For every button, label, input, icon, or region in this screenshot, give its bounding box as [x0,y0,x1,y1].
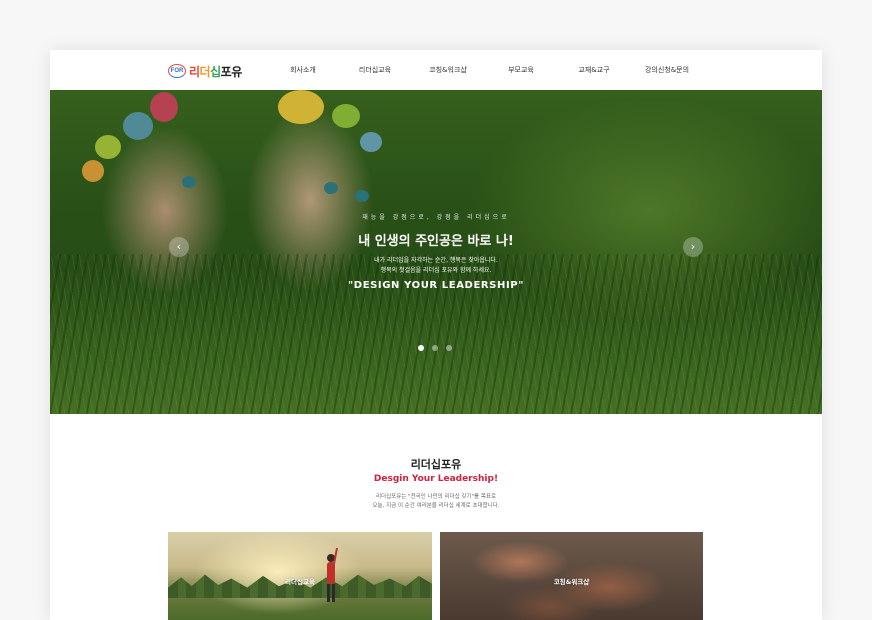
logo-mark-icon: FOR [168,64,186,78]
card-label: 코칭&워크샵 [553,578,590,586]
nav-item-parent-education[interactable]: 부모교육 [508,65,534,75]
hero-description: 내가 리더임을 자각하는 순간, 행복은 찾아옵니다. 행복의 첫걸음을 리더십… [374,257,498,274]
intro-description: 리더십포유는 "천국인 나만의 리더십 갖기"를 목표로 오늘, 지금 이 순간… [372,494,500,509]
chevron-right-icon: › [690,240,696,253]
logo-text: 리더십포유 [189,64,242,79]
chevron-left-icon: ‹ [176,240,182,253]
nav-item-company[interactable]: 회사소개 [290,65,316,75]
intro-subtitle: Desgin Your Leadership! [373,474,499,484]
hero-title: 내 인생의 주인공은 바로 나! [358,234,514,249]
slider-prev-button[interactable]: ‹ [169,237,189,257]
intro-title: 리더십포유 [410,458,462,471]
main-nav: 회사소개 리더십교육 코칭&워크샵 부모교육 교재&교구 강의신청&문의 [270,50,730,90]
card-label: 리더십교육 [285,578,315,586]
card-leadership-education[interactable]: 리더십교육 [168,532,432,620]
hero-overlay [50,90,822,414]
hero-kicker: 재능을 강점으로, 강점을 리더십으로 [362,214,510,221]
card-coaching-workshop[interactable]: 코칭&워크샵 [440,532,703,620]
page: FOR 리더십포유 회사소개 리더십교육 코칭&워크샵 부모교육 교재&교구 강… [50,50,822,620]
slider-dot-1[interactable] [418,345,424,351]
site-header: FOR 리더십포유 회사소개 리더십교육 코칭&워크샵 부모교육 교재&교구 강… [50,50,822,90]
logo[interactable]: FOR 리더십포유 [168,62,242,80]
slider-dot-2[interactable] [432,345,438,351]
slider-dot-3[interactable] [446,345,452,351]
hero-slogan: "DESIGN YOUR LEADERSHIP" [347,280,525,291]
slider-next-button[interactable]: › [683,237,703,257]
nav-item-leadership-education[interactable]: 리더십교육 [359,65,391,75]
nav-item-coaching-workshop[interactable]: 코칭&워크샵 [429,65,467,75]
slider-pagination [418,345,452,351]
nav-item-materials[interactable]: 교재&교구 [578,65,609,75]
nav-item-course-inquiry[interactable]: 강의신청&문의 [645,65,689,75]
hero-slider: 재능을 강점으로, 강점을 리더십으로 내 인생의 주인공은 바로 나! 내가 … [50,90,822,414]
